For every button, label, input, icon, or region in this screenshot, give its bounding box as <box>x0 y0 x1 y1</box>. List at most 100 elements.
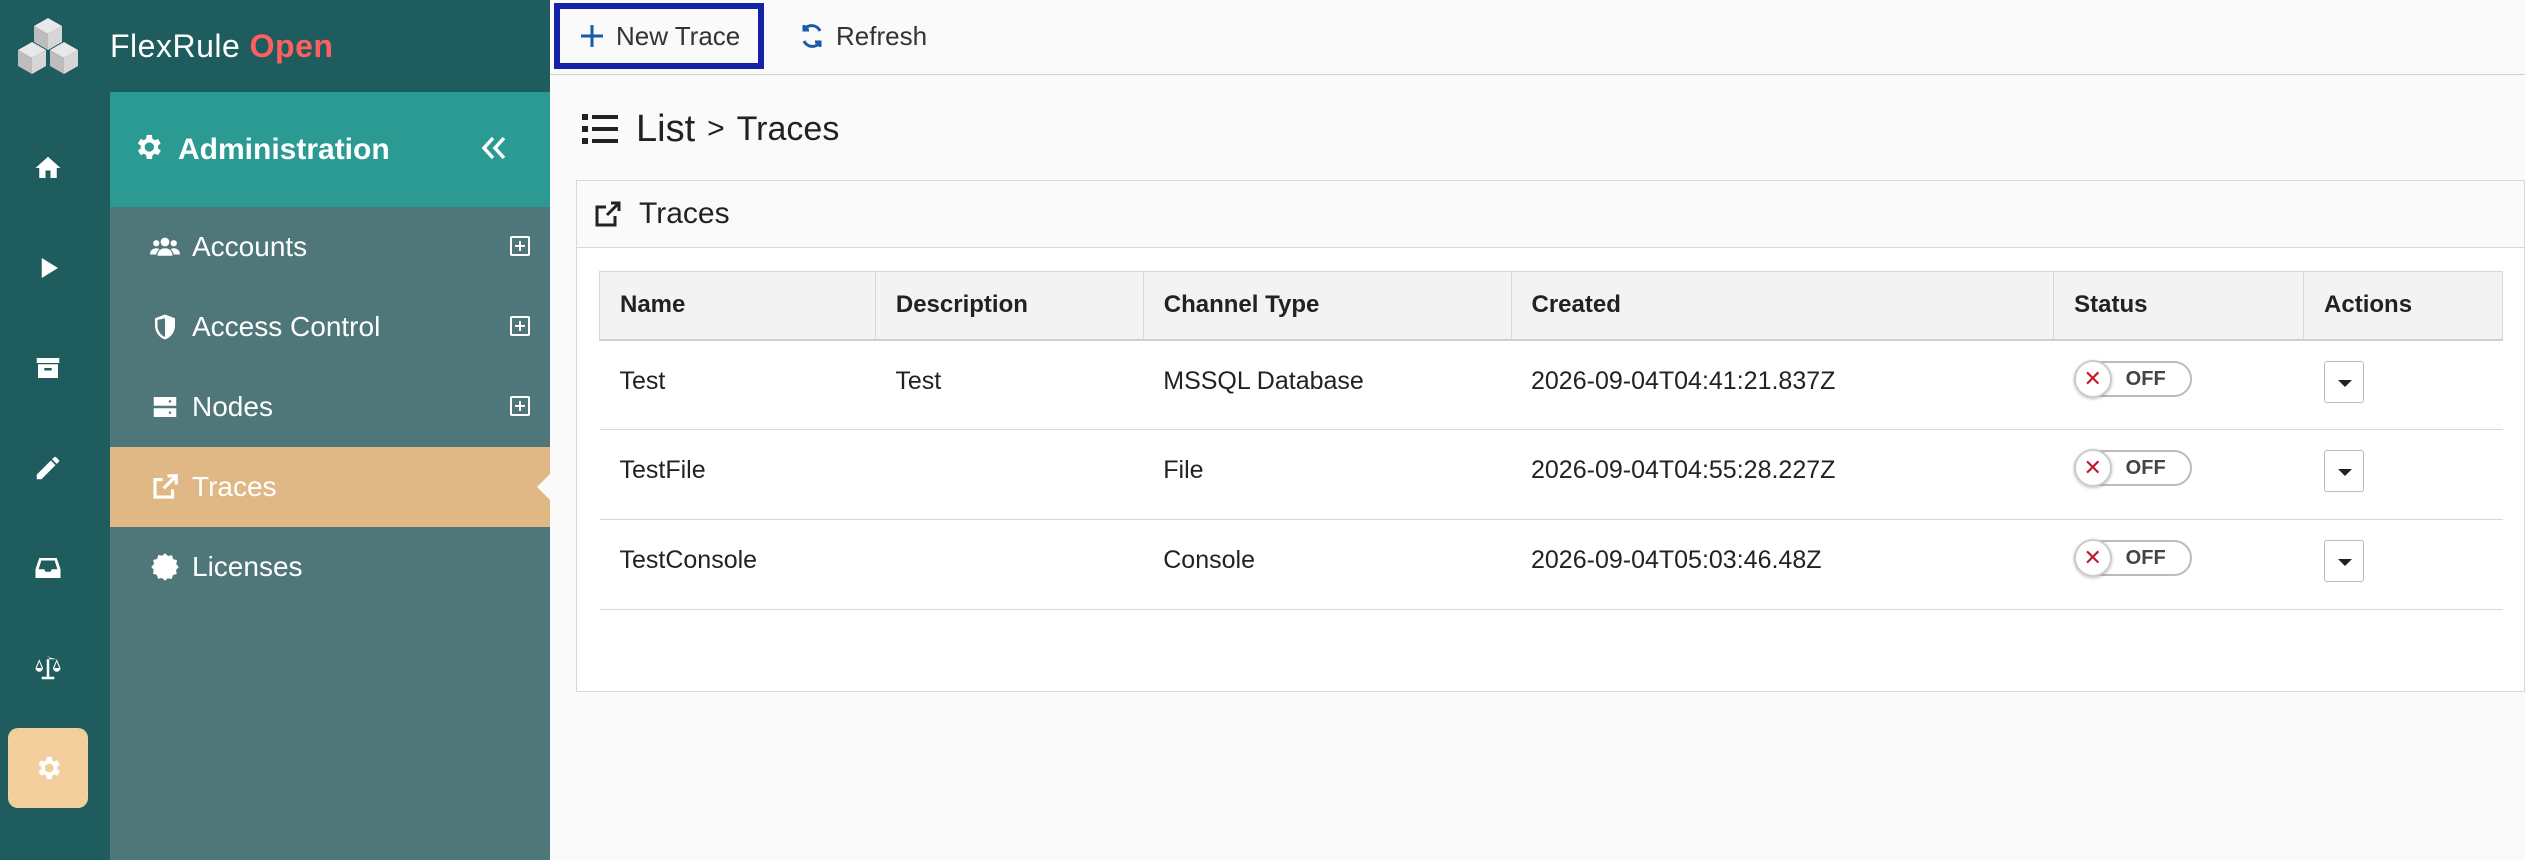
sidebar-header: Administration <box>110 92 550 207</box>
column-header-status[interactable]: Status <box>2053 271 2305 341</box>
icon-rail <box>0 0 110 860</box>
flexrule-logo <box>18 18 78 74</box>
rail-archive-button[interactable] <box>8 328 88 408</box>
cell-status: ✕ OFF <box>2053 339 2304 430</box>
cell-status: ✕ OFF <box>2053 429 2304 520</box>
sidebar-item-access-control[interactable]: Access Control <box>110 287 550 367</box>
cell-created: 2026-09-04T04:41:21.837Z <box>1511 339 2054 430</box>
column-header-created[interactable]: Created <box>1511 271 2055 341</box>
cell-channel-type: MSSQL Database <box>1143 339 1511 430</box>
cell-description: Test <box>875 339 1144 430</box>
home-icon <box>35 156 61 178</box>
list-icon <box>582 114 618 144</box>
cell-channel-type: Console <box>1143 519 1511 610</box>
expand-nodes-icon[interactable] <box>510 396 530 416</box>
server-icon <box>148 390 182 424</box>
new-trace-button[interactable]: New Trace <box>554 3 765 69</box>
cell-name: Test <box>599 339 876 430</box>
cell-description <box>875 519 1144 610</box>
panel-header: Traces <box>577 181 2524 248</box>
cell-created: 2026-09-04T05:03:46.48Z <box>1511 519 2054 610</box>
cell-channel-type: File <box>1143 429 1511 520</box>
cell-name: TestConsole <box>599 519 876 610</box>
sidebar-item-label: Licenses <box>192 551 303 582</box>
breadcrumb-current: Traces <box>736 109 840 148</box>
admin-sidebar: Administration Accounts Access Control N… <box>110 92 550 860</box>
external-link-icon <box>595 201 621 227</box>
column-header-actions: Actions <box>2303 271 2503 341</box>
expand-access-control-icon[interactable] <box>510 316 530 336</box>
plus-icon <box>581 25 603 47</box>
cell-description <box>875 429 1144 520</box>
table-row[interactable]: TestFile File 2026-09-04T04:55:28.227Z ✕… <box>599 429 2503 520</box>
close-icon: ✕ <box>2073 449 2112 487</box>
external-link-icon <box>148 470 182 504</box>
inbox-icon <box>35 558 61 578</box>
collapse-sidebar-button[interactable] <box>476 130 512 166</box>
brand-name-text: FlexRule <box>110 27 241 64</box>
status-toggle[interactable]: ✕ OFF <box>2073 539 2192 577</box>
rail-inbox-button[interactable] <box>8 528 88 608</box>
sidebar-item-nodes[interactable]: Nodes <box>110 367 550 447</box>
status-toggle-label: OFF <box>2125 457 2166 479</box>
brand-edition: Open <box>249 27 334 64</box>
table-row[interactable]: TestConsole Console 2026-09-04T05:03:46.… <box>599 519 2503 610</box>
close-icon: ✕ <box>2073 539 2112 577</box>
gear-icon <box>132 131 164 168</box>
brand-name: FlexRule Open <box>110 28 333 65</box>
status-toggle[interactable]: ✕ OFF <box>2073 449 2192 487</box>
cell-actions <box>2303 429 2503 520</box>
cell-actions <box>2303 519 2503 610</box>
play-icon <box>41 258 58 278</box>
rail-settings-button[interactable] <box>8 728 88 808</box>
status-toggle-label: OFF <box>2125 547 2166 569</box>
archive-icon <box>36 358 60 378</box>
rail-home-button[interactable] <box>8 128 88 208</box>
sidebar-title: Administration <box>178 132 390 166</box>
rail-scales-button[interactable] <box>8 628 88 708</box>
sidebar-item-label: Nodes <box>192 391 273 422</box>
refresh-icon <box>802 24 822 48</box>
actions-dropdown-button[interactable] <box>2323 360 2364 403</box>
status-toggle[interactable]: ✕ OFF <box>2073 359 2192 398</box>
actions-dropdown-button[interactable] <box>2323 540 2364 582</box>
toolbar: New Trace Refresh <box>550 0 2525 75</box>
actions-dropdown-button[interactable] <box>2323 450 2364 492</box>
cell-status: ✕ OFF <box>2053 519 2304 610</box>
sidebar-item-label: Traces <box>192 471 277 502</box>
rail-edit-button[interactable] <box>8 428 88 508</box>
breadcrumb-separator: > <box>707 112 725 145</box>
cell-name: TestFile <box>599 429 876 520</box>
cell-actions <box>2303 339 2503 430</box>
refresh-button[interactable]: Refresh <box>780 3 945 69</box>
new-trace-label: New Trace <box>616 20 741 51</box>
sidebar-item-traces[interactable]: Traces <box>110 447 550 527</box>
double-chevron-left-icon <box>481 136 506 160</box>
breadcrumb-root[interactable]: List <box>636 108 695 151</box>
pencil-icon <box>36 456 60 480</box>
table-header-row: Name Description Channel Type Created St… <box>599 271 2503 341</box>
expand-accounts-icon[interactable] <box>510 236 530 256</box>
rail-run-button[interactable] <box>8 228 88 308</box>
cell-created: 2026-09-04T04:55:28.227Z <box>1511 429 2054 520</box>
status-toggle-label: OFF <box>2125 367 2166 390</box>
column-header-description[interactable]: Description <box>875 271 1144 341</box>
brand-bar: FlexRule Open <box>110 0 550 92</box>
table-row[interactable]: Test Test MSSQL Database 2026-09-04T04:4… <box>599 339 2503 430</box>
certificate-icon <box>148 550 182 584</box>
sidebar-item-licenses[interactable]: Licenses <box>110 527 550 607</box>
balance-scale-icon <box>35 656 61 680</box>
traces-panel: Traces Name Description Channel Type Cre… <box>576 180 2525 692</box>
users-icon <box>148 230 182 264</box>
close-icon: ✕ <box>2073 359 2112 398</box>
column-header-name[interactable]: Name <box>599 271 876 341</box>
sidebar-item-label: Access Control <box>192 311 381 342</box>
sidebar-item-label: Accounts <box>192 231 308 262</box>
shield-icon <box>148 310 182 344</box>
panel-title: Traces <box>639 197 730 230</box>
sidebar-item-accounts[interactable]: Accounts <box>110 207 550 287</box>
gear-icon <box>38 756 61 780</box>
column-header-channel-type[interactable]: Channel Type <box>1143 271 1512 341</box>
traces-table: Name Description Channel Type Created St… <box>599 271 2503 610</box>
breadcrumb: List > Traces <box>580 105 839 153</box>
